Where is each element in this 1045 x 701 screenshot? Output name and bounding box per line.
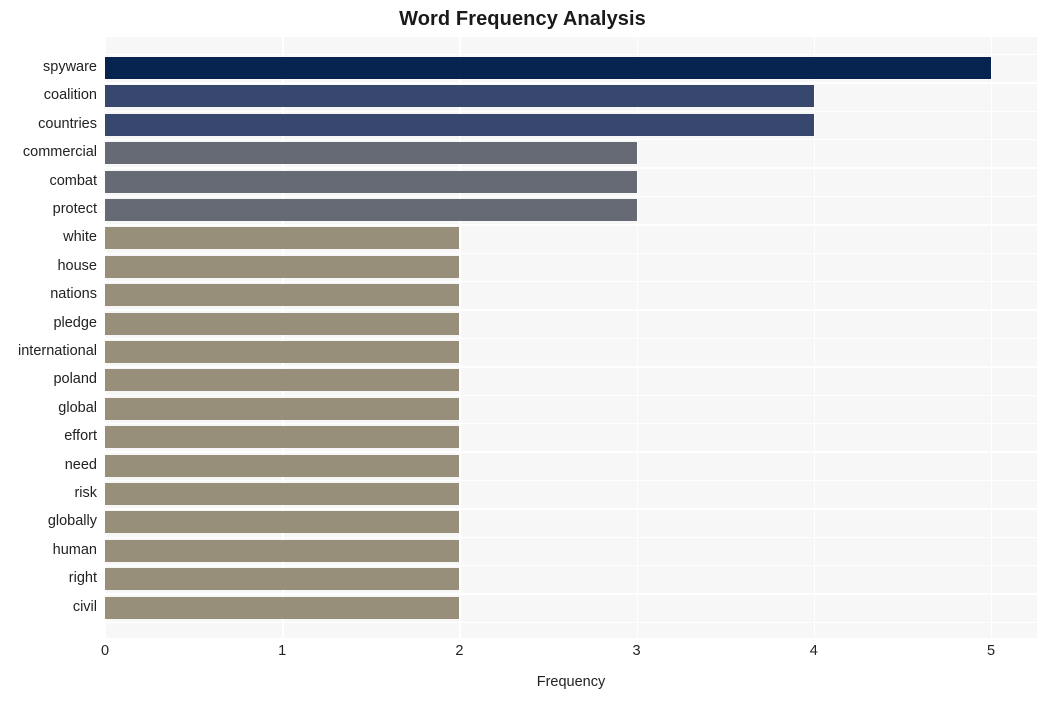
y-axis-tick-label: pledge: [53, 314, 97, 331]
horizontal-gridline: [105, 252, 1037, 254]
plot-area: [105, 37, 1037, 638]
horizontal-gridline: [105, 508, 1037, 510]
horizontal-gridline: [105, 451, 1037, 453]
y-axis-tick-label: civil: [72, 598, 97, 615]
bar: [105, 255, 460, 278]
horizontal-gridline: [105, 565, 1037, 567]
x-axis-label: Frequency: [536, 674, 606, 690]
y-axis-tick-label: white: [63, 229, 97, 246]
y-axis-tick-label: poland: [53, 371, 97, 388]
bar: [105, 341, 460, 363]
horizontal-gridline: [105, 195, 1037, 198]
bar: [105, 57, 991, 79]
y-axis-tick-label: effort: [64, 428, 97, 445]
y-axis-tick-label: right: [68, 570, 97, 587]
horizontal-gridline: [105, 224, 1037, 226]
bar: [105, 113, 814, 136]
chart-figure: Word Frequency Analysis spyware coalition…: [0, 0, 1045, 701]
y-axis-tick-label: house: [57, 257, 97, 274]
y-axis-tick-label: protect: [52, 201, 97, 217]
horizontal-gridline: [105, 309, 1037, 311]
y-axis-tick-label: globally: [47, 513, 97, 530]
y-axis-tick-label: human: [52, 541, 97, 558]
y-axis-tick-label: nations: [50, 286, 97, 303]
x-axis-tick-label: 4: [809, 643, 818, 659]
y-axis-tick-label: coalition: [43, 87, 97, 104]
bar: [105, 511, 460, 534]
horizontal-gridline: [105, 53, 1037, 56]
horizontal-gridline: [105, 536, 1037, 538]
y-axis-tick-label: combat: [49, 172, 97, 189]
page-title: Word Frequency Analysis: [399, 8, 646, 30]
y-axis-tick-label: commercial: [22, 144, 97, 161]
y-axis-tick-label: risk: [74, 485, 97, 501]
y-axis-tick-label: countries: [38, 115, 97, 132]
bar: [105, 397, 460, 420]
x-axis-tick-label: 0: [100, 643, 110, 659]
y-axis-tick-labels: spyware coalition countries commercial comba…: [0, 37, 97, 638]
bar: [105, 85, 814, 108]
horizontal-gridline: [105, 167, 1037, 169]
bar: [105, 596, 460, 619]
bar: [105, 483, 460, 505]
horizontal-gridline: [105, 423, 1037, 425]
x-axis-tick-label: 5: [986, 643, 996, 659]
horizontal-gridline: [105, 479, 1037, 482]
bar: [105, 199, 637, 221]
y-axis-tick-label: international: [18, 343, 97, 359]
y-axis-tick-label: need: [64, 456, 97, 473]
horizontal-gridline: [105, 281, 1037, 283]
bar: [105, 568, 460, 591]
x-axis-tick-labels: 0 1 2 3 4 5: [0, 643, 1045, 667]
bar: [105, 227, 460, 250]
horizontal-gridline: [105, 394, 1037, 396]
bar: [105, 142, 637, 165]
x-axis-tick-label: 3: [632, 643, 641, 659]
horizontal-gridline: [105, 139, 1037, 141]
bar: [105, 539, 460, 562]
bar: [105, 284, 460, 307]
horizontal-gridline: [105, 82, 1037, 84]
y-axis-tick-label: global: [58, 399, 97, 416]
bar: [105, 454, 460, 477]
horizontal-gridline: [105, 110, 1037, 112]
bar: [105, 426, 460, 449]
bar: [105, 369, 460, 392]
bar: [105, 170, 637, 193]
horizontal-gridline: [105, 621, 1037, 624]
horizontal-gridline: [105, 593, 1037, 595]
y-axis-tick-label: spyware: [43, 59, 97, 75]
horizontal-gridline: [105, 366, 1037, 368]
x-axis-tick-label: 1: [278, 643, 287, 659]
horizontal-gridline: [105, 337, 1037, 340]
x-axis-tick-label: 2: [455, 643, 464, 659]
bar: [105, 312, 460, 335]
